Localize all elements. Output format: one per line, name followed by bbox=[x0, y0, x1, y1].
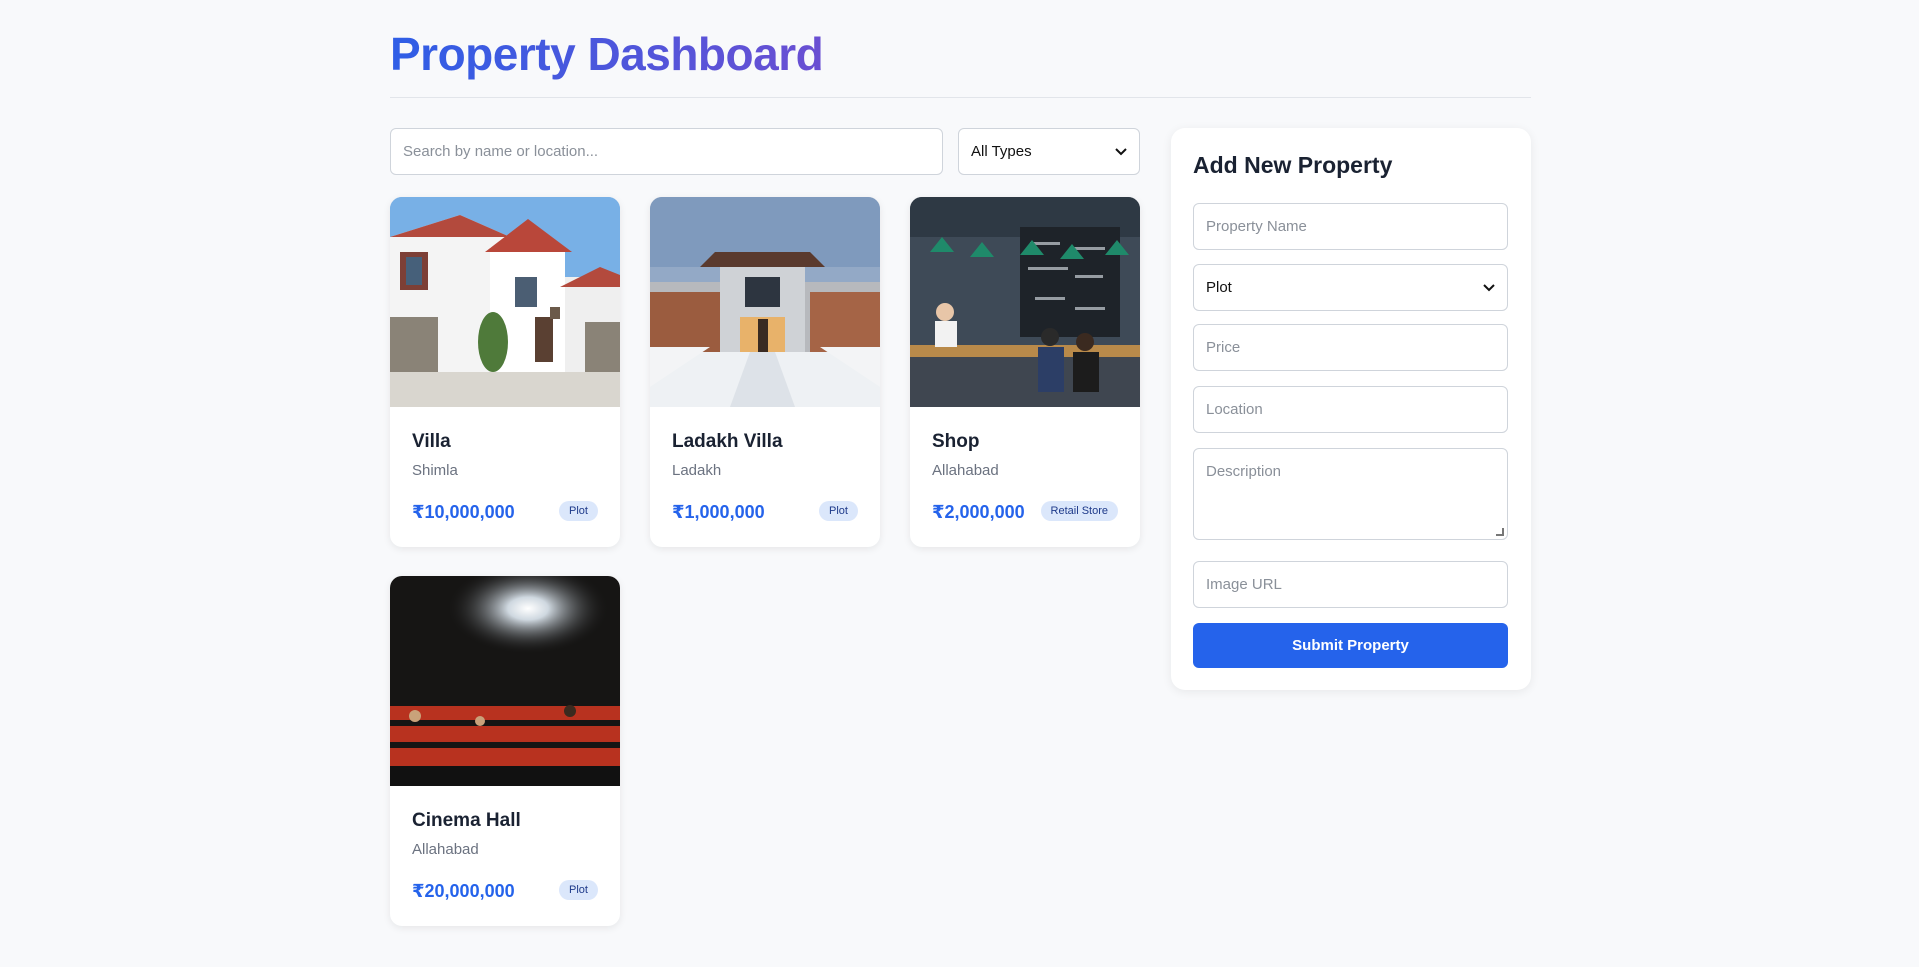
location-field[interactable]: Location bbox=[1193, 386, 1508, 433]
property-card[interactable]: Cinema Hall Allahabad ₹20,000,000 Plot bbox=[390, 576, 620, 926]
chevron-down-icon bbox=[1483, 283, 1495, 291]
property-type-select[interactable]: Plot bbox=[1193, 264, 1508, 311]
type-filter-select[interactable]: All Types bbox=[958, 128, 1140, 175]
card-title: Villa bbox=[412, 431, 451, 452]
property-name-field[interactable]: Property Name bbox=[1193, 203, 1508, 250]
card-price: ₹10,000,000 bbox=[412, 502, 515, 522]
filter-bar: All Types bbox=[390, 128, 1140, 175]
image-url-field[interactable]: Image URL bbox=[1193, 561, 1508, 608]
page-title: Property Dashboard bbox=[390, 28, 824, 80]
property-name-placeholder: Property Name bbox=[1206, 218, 1307, 235]
resize-handle-icon[interactable] bbox=[1496, 528, 1504, 536]
cinema-seats-photo bbox=[390, 576, 620, 786]
search-input[interactable] bbox=[390, 128, 943, 175]
card-title: Shop bbox=[932, 431, 980, 452]
card-location: Ladakh bbox=[672, 462, 722, 479]
price-placeholder: Price bbox=[1206, 339, 1241, 356]
card-title: Cinema Hall bbox=[412, 810, 521, 831]
card-location: Shimla bbox=[412, 462, 458, 479]
white-villa-photo bbox=[390, 197, 620, 407]
price-field[interactable]: Price bbox=[1193, 324, 1508, 371]
property-card[interactable]: Villa Shimla ₹10,000,000 Plot bbox=[390, 197, 620, 547]
property-type-value: Plot bbox=[1206, 279, 1232, 296]
type-badge: Plot bbox=[559, 880, 598, 900]
card-price: ₹20,000,000 bbox=[412, 881, 515, 901]
chevron-down-icon bbox=[1115, 147, 1127, 155]
description-textarea[interactable]: Description bbox=[1193, 448, 1508, 540]
submit-property-button[interactable]: Submit Property bbox=[1193, 623, 1508, 668]
property-card[interactable]: Shop Allahabad ₹2,000,000 Retail Store bbox=[910, 197, 1140, 547]
location-placeholder: Location bbox=[1206, 401, 1263, 418]
card-location: Allahabad bbox=[932, 462, 999, 479]
form-title: Add New Property bbox=[1193, 152, 1393, 178]
description-placeholder: Description bbox=[1206, 463, 1282, 480]
card-title: Ladakh Villa bbox=[672, 431, 783, 452]
card-price: ₹2,000,000 bbox=[932, 502, 1025, 522]
dashboard-page: Property Dashboard All Types bbox=[390, 0, 1531, 926]
card-location: Allahabad bbox=[412, 841, 479, 858]
add-property-form: Add New Property Property Name Plot Pric… bbox=[1171, 128, 1531, 690]
header: Property Dashboard bbox=[390, 0, 1531, 98]
snow-house-photo bbox=[650, 197, 880, 407]
type-filter-value: All Types bbox=[971, 143, 1032, 160]
type-badge: Plot bbox=[819, 501, 858, 521]
type-badge: Plot bbox=[559, 501, 598, 521]
image-url-placeholder: Image URL bbox=[1206, 576, 1282, 593]
cafe-counter-photo bbox=[910, 197, 1140, 407]
property-card[interactable]: Ladakh Villa Ladakh ₹1,000,000 Plot bbox=[650, 197, 880, 547]
type-badge: Retail Store bbox=[1040, 501, 1118, 521]
card-price: ₹1,000,000 bbox=[672, 502, 765, 522]
